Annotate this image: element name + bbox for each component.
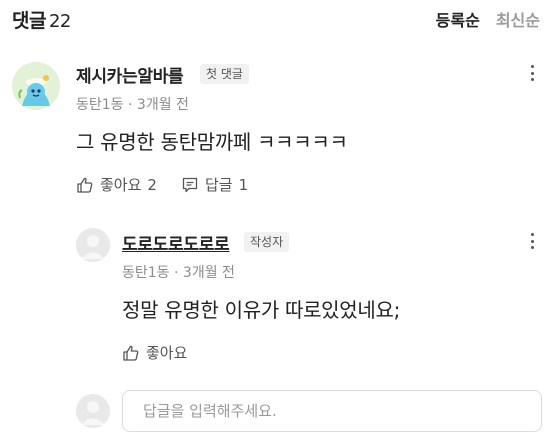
comment-time: 3개월 전 [136, 97, 189, 113]
reply-count: 1 [238, 175, 249, 194]
reply-label: 답글 [204, 176, 233, 194]
reply-text: 정말 유명한 이유가 따로있었네요; [122, 298, 401, 322]
comments-title: 댓글 22 [12, 6, 71, 33]
thumbs-up-icon [123, 345, 139, 361]
like-button[interactable]: 좋아요 2 [76, 174, 157, 195]
like-count: 2 [147, 175, 157, 194]
reply-author[interactable]: 도로도로도로로 [122, 230, 230, 255]
reply-meta: 동탄1동 · 3개월 전 [122, 262, 235, 282]
avatar[interactable] [12, 62, 60, 110]
reply-location: 동탄1동 [122, 265, 170, 281]
author-badge: 작성자 [244, 232, 290, 252]
default-avatar-icon [76, 228, 110, 262]
comments-title-label: 댓글 [12, 10, 46, 32]
more-options-icon[interactable] [527, 230, 537, 252]
comment-item: 제시카는알바를 첫 댓글 동탄1동 · 3개월 전 그 유명한 동탄맘까페 ㅋㅋ… [0, 52, 550, 202]
reply-button[interactable]: 답글 1 [181, 174, 248, 195]
reply-like-button[interactable]: 좋아요 [122, 342, 187, 363]
first-comment-badge: 첫 댓글 [200, 64, 249, 84]
sort-by-registered[interactable]: 등록순 [436, 7, 480, 31]
reply-input-row [0, 388, 550, 436]
reply-actions: 좋아요 [122, 342, 211, 363]
thumbs-up-icon [77, 177, 93, 193]
meta-separator: · [169, 265, 183, 281]
my-avatar [76, 394, 110, 428]
reply-avatar[interactable] [76, 228, 110, 262]
reply-item: 도로도로도로로 작성자 동탄1동 · 3개월 전 정말 유명한 이유가 따로있었… [0, 222, 550, 372]
sort-options: 등록순 최신순 [436, 7, 540, 31]
comment-meta: 동탄1동 · 3개월 전 [76, 94, 189, 114]
default-avatar-icon [76, 394, 110, 428]
comments-header: 댓글 22 등록순 최신순 [0, 0, 550, 36]
avatar-character-icon [12, 62, 60, 110]
comment-author[interactable]: 제시카는알바를 [76, 62, 184, 87]
reply-time: 3개월 전 [182, 265, 235, 281]
comment-location: 동탄1동 [76, 97, 124, 113]
comment-actions: 좋아요 2 답글 1 [76, 174, 272, 195]
reply-like-label: 좋아요 [146, 344, 188, 362]
comments-count: 22 [48, 11, 71, 32]
meta-separator: · [123, 97, 137, 113]
reply-input[interactable] [122, 390, 542, 432]
sort-by-latest[interactable]: 최신순 [496, 7, 540, 31]
like-label: 좋아요 [100, 176, 142, 194]
comment-text: 그 유명한 동탄맘까페 ㅋㅋㅋㅋㅋ [76, 130, 348, 154]
more-options-icon[interactable] [527, 62, 537, 84]
reply-bubble-icon [182, 177, 198, 192]
